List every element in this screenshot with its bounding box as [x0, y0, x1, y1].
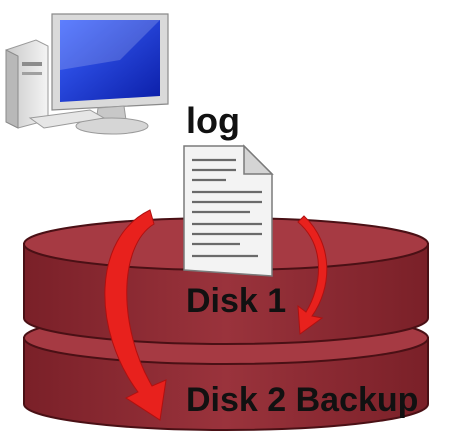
disk1-label: Disk 1	[186, 282, 287, 320]
log-label: log	[186, 100, 240, 141]
computer-icon	[5, 13, 169, 135]
disk2-backup-label: Disk 2 Backup	[186, 381, 419, 419]
log-document-icon	[183, 144, 274, 277]
diagram-canvas: log Disk 1 Disk 2 Backup	[0, 0, 453, 432]
diagram-svg	[5, 13, 429, 431]
